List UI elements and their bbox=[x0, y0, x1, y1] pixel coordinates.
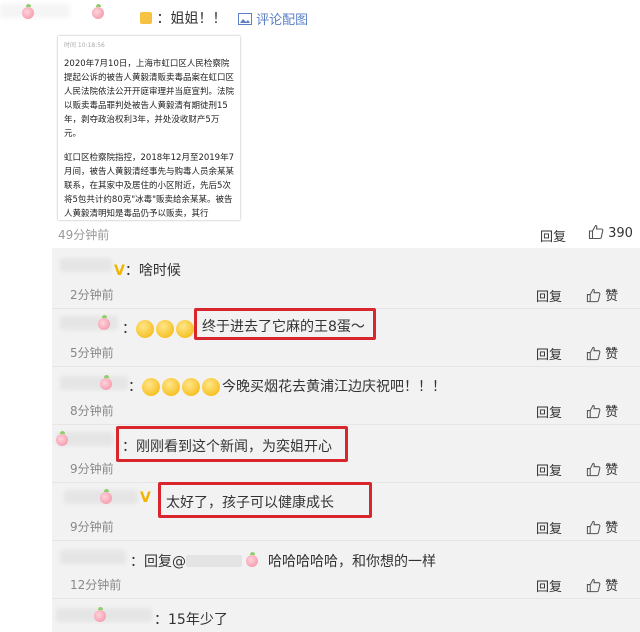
document-paragraph-2: 虹口区检察院指控，2018年12月至2019年7月间，被告人黄毅清经事先与购毒人… bbox=[64, 153, 235, 219]
thumbs-up-icon bbox=[586, 578, 601, 593]
reply-1-like-label: 赞 bbox=[605, 289, 619, 304]
mention-link[interactable] bbox=[186, 555, 242, 567]
reply-5-like-button[interactable]: 赞 bbox=[586, 517, 618, 536]
peach-decoration bbox=[94, 607, 106, 622]
reply-2-time: 5分钟前 bbox=[70, 346, 114, 360]
emoji-icon bbox=[162, 378, 180, 396]
reply-1-time: 2分钟前 bbox=[70, 288, 114, 302]
reply-2-reply-button[interactable]: 回复 bbox=[536, 344, 562, 363]
reply-6: ：回复@ 哈哈哈哈哈，和你想的一样 bbox=[130, 552, 436, 570]
top-comment-header: ：姐姐！！ bbox=[140, 8, 226, 28]
thumbs-up-icon bbox=[586, 346, 601, 361]
thumbs-up-icon bbox=[586, 520, 601, 535]
divider bbox=[52, 598, 640, 599]
divider bbox=[52, 424, 640, 425]
blurred-username bbox=[60, 376, 128, 390]
peach-decoration bbox=[56, 431, 68, 446]
reply-4: ：刚刚看到这个新闻，为奕姐开心 bbox=[122, 439, 332, 455]
reply-1: V：啥时候 bbox=[114, 263, 181, 279]
reply-6-like-label: 赞 bbox=[605, 579, 619, 594]
emoji-icon bbox=[202, 378, 220, 396]
vip-icon bbox=[140, 12, 152, 24]
reply-4-like-label: 赞 bbox=[605, 463, 619, 478]
peach-decoration bbox=[100, 375, 112, 390]
peach-decoration bbox=[100, 489, 112, 504]
reply-6-text: 哈哈哈哈哈，和你想的一样 bbox=[268, 554, 436, 570]
reply-4-like-button[interactable]: 赞 bbox=[586, 459, 618, 478]
reply-4-text: 刚刚看到这个新闻，为奕姐开心 bbox=[136, 439, 332, 455]
emoji-icon bbox=[182, 378, 200, 396]
reply-2-like-label: 赞 bbox=[605, 347, 619, 362]
divider bbox=[52, 366, 640, 367]
reply-6-time: 12分钟前 bbox=[70, 578, 122, 592]
thumbs-up-icon bbox=[586, 462, 601, 477]
divider bbox=[52, 540, 640, 541]
thumbs-up-icon bbox=[586, 288, 601, 303]
emoji-icon bbox=[142, 378, 160, 396]
comment-image-label: 评论配图 bbox=[256, 13, 309, 28]
peach-decoration bbox=[246, 552, 258, 567]
reply-5-like-label: 赞 bbox=[605, 521, 619, 536]
document-paragraph-1: 2020年7月10日，上海市虹口区人民检察院提起公诉的被告人黄毅清贩卖毒品案在虹… bbox=[64, 59, 235, 139]
reply-3-like-button[interactable]: 赞 bbox=[586, 401, 618, 420]
reply-2-like-button[interactable]: 赞 bbox=[586, 343, 618, 362]
emoji-icon bbox=[156, 320, 174, 338]
reply-6-prefix: 回复@ bbox=[144, 554, 186, 570]
thumbs-up-icon bbox=[586, 404, 601, 419]
image-icon bbox=[238, 13, 252, 25]
peach-decoration bbox=[92, 4, 104, 19]
reply-5-prefix: V bbox=[140, 490, 151, 506]
top-comment-like-count: 390 bbox=[608, 226, 633, 241]
reply-3-like-label: 赞 bbox=[605, 405, 619, 420]
reply-7-text: 15年少了 bbox=[168, 612, 228, 628]
blurred-username bbox=[60, 550, 126, 564]
blurred-username bbox=[0, 4, 70, 18]
top-comment-like-button[interactable]: 390 bbox=[588, 224, 633, 241]
reply-1-text: 啥时候 bbox=[138, 263, 181, 279]
blurred-username bbox=[60, 258, 112, 272]
reply-5-time: 9分钟前 bbox=[70, 520, 114, 534]
reply-2-prefix: ： bbox=[122, 318, 196, 338]
v-badge-icon: V bbox=[114, 263, 125, 279]
reply-4-reply-button[interactable]: 回复 bbox=[536, 460, 562, 479]
reply-3-reply-button[interactable]: 回复 bbox=[536, 402, 562, 421]
reply-3: ：今晚买烟花去黄浦江边庆祝吧！！！ bbox=[128, 378, 446, 396]
reply-1-like-button[interactable]: 赞 bbox=[586, 285, 618, 304]
top-comment-text: ：姐姐！！ bbox=[156, 11, 227, 27]
comment-image-link[interactable]: 评论配图 bbox=[238, 9, 308, 28]
top-comment-time: 49分钟前 bbox=[58, 228, 110, 242]
reply-5-reply-button[interactable]: 回复 bbox=[536, 518, 562, 537]
v-badge-icon: V bbox=[140, 490, 151, 506]
reply-5-text: 太好了，孩子可以健康成长 bbox=[166, 495, 334, 511]
document-header: 时间 10:18:56 bbox=[64, 42, 105, 49]
top-comment-reply-button[interactable]: 回复 bbox=[540, 226, 566, 245]
reply-3-text: 今晚买烟花去黄浦江边庆祝吧！！！ bbox=[222, 379, 446, 395]
emoji-icon bbox=[176, 320, 194, 338]
reply-4-time: 9分钟前 bbox=[70, 462, 114, 476]
comment-attached-image[interactable]: 时间 10:18:56 2020年7月10日，上海市虹口区人民检察院提起公诉的被… bbox=[58, 36, 240, 220]
thumbs-up-icon bbox=[588, 224, 604, 240]
reply-7: ：15年少了 bbox=[154, 612, 228, 628]
reply-6-reply-button[interactable]: 回复 bbox=[536, 576, 562, 595]
reply-3-time: 8分钟前 bbox=[70, 404, 114, 418]
peach-decoration bbox=[98, 315, 110, 330]
reply-6-like-button[interactable]: 赞 bbox=[586, 575, 618, 594]
reply-1-reply-button[interactable]: 回复 bbox=[536, 286, 562, 305]
reply-2-text: 终于进去了它麻的王8蛋～ bbox=[202, 319, 365, 335]
emoji-icon bbox=[136, 320, 154, 338]
peach-decoration bbox=[22, 4, 34, 19]
